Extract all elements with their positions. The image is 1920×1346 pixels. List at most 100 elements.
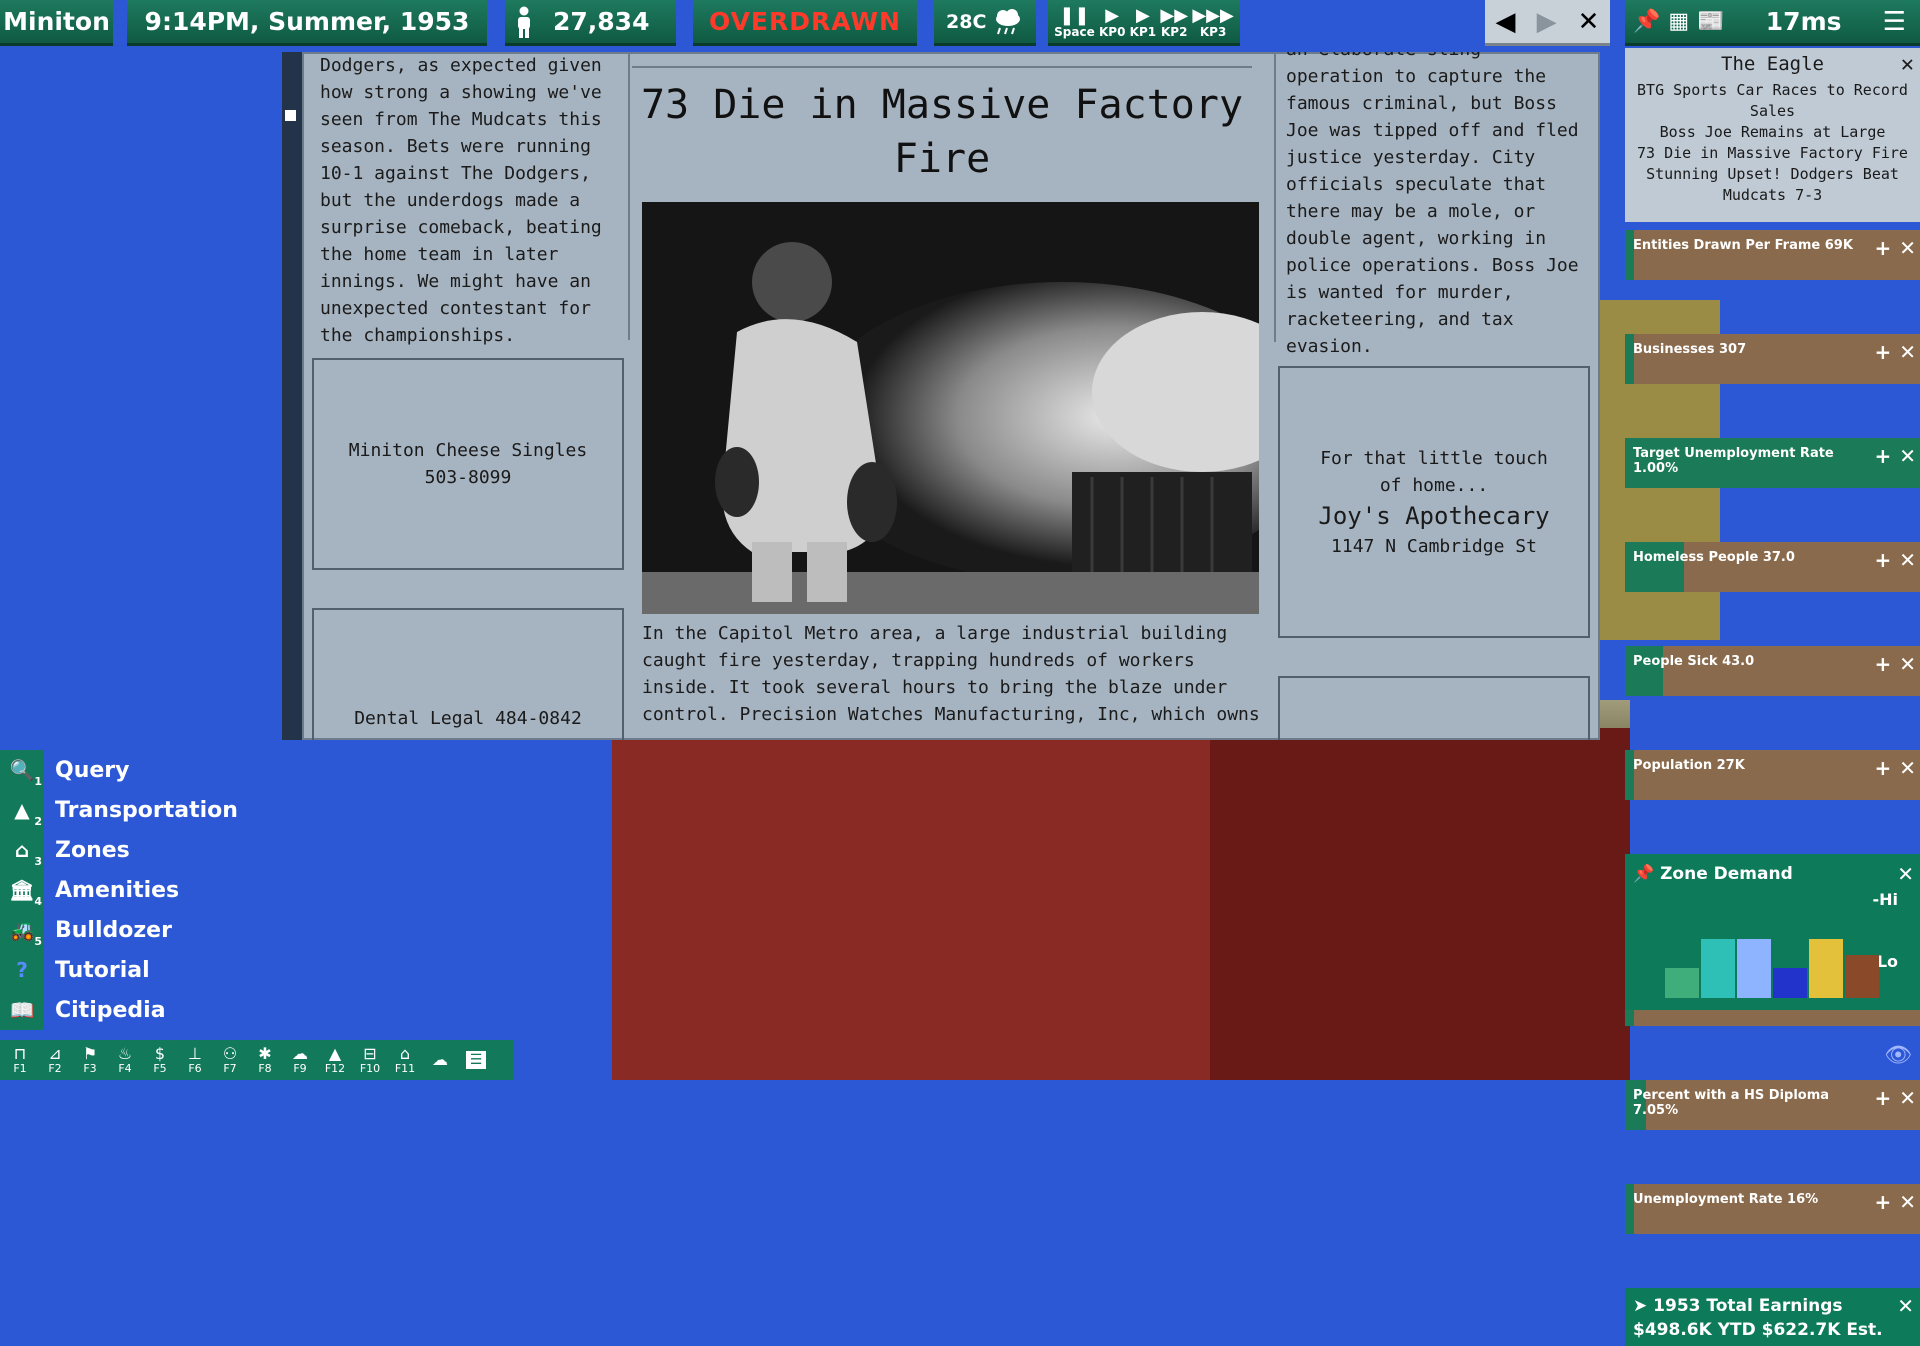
cloud-tool[interactable]: ☁ bbox=[424, 1051, 456, 1069]
menu-bulldozer[interactable]: 🚜 5 Bulldozer bbox=[0, 910, 240, 950]
pause-button[interactable]: ❚❚ Space bbox=[1054, 5, 1095, 38]
eagle-title: The Eagle bbox=[1721, 53, 1824, 75]
headline-link[interactable]: 73 Die in Massive Factory Fire bbox=[1625, 143, 1920, 164]
speed-1-button[interactable]: ▶ KP1 bbox=[1130, 5, 1156, 38]
f2-tool[interactable]: ⊿ F2 bbox=[39, 1045, 71, 1075]
plus-icon[interactable]: + bbox=[1874, 756, 1891, 780]
plus-icon[interactable]: + bbox=[1874, 548, 1891, 572]
book-icon: 📖 bbox=[0, 990, 44, 1030]
menu-zones[interactable]: ⌂ 3 Zones bbox=[0, 830, 240, 870]
grid-icon[interactable]: ▦ bbox=[1668, 9, 1689, 34]
earnings-panel[interactable]: ➤ 1953 Total Earnings $498.6K YTD $622.7K… bbox=[1625, 1288, 1920, 1346]
f4-tool[interactable]: ♨ F4 bbox=[109, 1045, 141, 1075]
sports-article: Dodgers, as expected given how strong a … bbox=[320, 55, 602, 346]
f9-tool[interactable]: ☁ F9 bbox=[284, 1045, 316, 1075]
close-icon[interactable]: ✕ bbox=[1899, 236, 1916, 260]
money-title: ➤ 1953 Total Earnings bbox=[1633, 1296, 1843, 1316]
pin-icon[interactable]: 📌 bbox=[1633, 9, 1660, 34]
newspaper-button[interactable]: ☰ bbox=[459, 1051, 493, 1069]
demand-bar-factory bbox=[1845, 955, 1879, 998]
f3-tool[interactable]: ⚑ F3 bbox=[74, 1045, 106, 1075]
money-value: $498.6K YTD $622.7K Est. bbox=[1633, 1320, 1883, 1340]
f5-tool[interactable]: $ F5 bbox=[144, 1045, 176, 1075]
population-display[interactable]: 27,834 bbox=[505, 0, 676, 46]
stat-panel[interactable]: Percent with a HS Diploma 7.05% + ✕ bbox=[1625, 1080, 1920, 1130]
frame-time: 17ms bbox=[1765, 7, 1842, 36]
stat-label: People Sick 43.0 bbox=[1633, 654, 1755, 669]
road-icon: ▲ 2 bbox=[0, 790, 44, 830]
close-icon[interactable]: ✕ bbox=[1899, 1190, 1916, 1214]
stat-panel[interactable]: Unemployment Rate 16% + ✕ bbox=[1625, 1184, 1920, 1234]
close-icon[interactable]: ✕ bbox=[1899, 548, 1916, 572]
menu-tutorial[interactable]: ? Tutorial bbox=[0, 950, 240, 990]
next-page-icon[interactable]: ▶ bbox=[1537, 7, 1557, 37]
eye-icon[interactable]: 👁 bbox=[1884, 1043, 1912, 1068]
fire-photo bbox=[642, 202, 1259, 614]
plus-icon[interactable]: + bbox=[1874, 236, 1891, 260]
close-icon[interactable]: ✕ bbox=[1901, 52, 1914, 77]
menu-amenities[interactable]: 🏛 4 Amenities bbox=[0, 870, 240, 910]
city-name[interactable]: Miniton bbox=[0, 0, 113, 46]
headline-link[interactable]: Boss Joe Remains at Large bbox=[1625, 122, 1920, 143]
plus-icon[interactable]: + bbox=[1874, 340, 1891, 364]
speed-0-button[interactable]: ▶ KP0 bbox=[1099, 4, 1125, 38]
stat-panel[interactable]: Target Unemployment Rate 1.00% + ✕ bbox=[1625, 438, 1920, 488]
date-time[interactable]: 9:14PM, Summer, 1953 bbox=[127, 0, 487, 46]
prev-page-icon[interactable]: ◀ bbox=[1496, 7, 1516, 37]
menu-citipedia[interactable]: 📖 Citipedia bbox=[0, 990, 240, 1030]
headline-link[interactable]: Stunning Upset! Dodgers Beat Mudcats 7-3 bbox=[1625, 164, 1920, 206]
newspaper-scrollbar[interactable] bbox=[282, 52, 302, 740]
f1-tool[interactable]: ⊓ F1 bbox=[4, 1045, 36, 1075]
speed-2-button[interactable]: ▶▶ KP2 bbox=[1160, 5, 1188, 38]
close-newspaper-icon[interactable]: ✕ bbox=[1578, 7, 1600, 37]
tool-tray: 📌 ▦ 📰 17ms ☰ bbox=[1625, 0, 1920, 46]
menu-query[interactable]: 🔍 1 Query bbox=[0, 750, 240, 790]
ad-empty bbox=[1278, 676, 1590, 740]
stat-label: Unemployment Rate 16% bbox=[1633, 1192, 1819, 1207]
budget-status[interactable]: OVERDRAWN bbox=[693, 0, 917, 46]
play-pause-icon: ▶ bbox=[1105, 4, 1120, 26]
ad-dental: Dental Legal 484-0842 bbox=[312, 608, 624, 740]
stat-label: Businesses 307 bbox=[1633, 342, 1747, 357]
ad-cheese: Miniton Cheese Singles 503-8099 bbox=[312, 358, 624, 570]
headline-rule bbox=[632, 66, 1252, 68]
close-icon[interactable]: ✕ bbox=[1899, 340, 1916, 364]
menu-transportation[interactable]: ▲ 2 Transportation bbox=[0, 790, 240, 830]
f11-tool[interactable]: ⌂ F11 bbox=[389, 1045, 421, 1075]
stat-panel[interactable]: Homeless People 37.0 + ✕ bbox=[1625, 542, 1920, 592]
close-icon[interactable]: ✕ bbox=[1899, 756, 1916, 780]
stat-label: Population 27K bbox=[1633, 758, 1745, 773]
close-icon[interactable]: ✕ bbox=[1899, 1086, 1916, 1110]
newspaper-icon[interactable]: 📰 bbox=[1697, 9, 1724, 34]
menu-icon[interactable]: ☰ bbox=[1883, 7, 1906, 37]
plus-icon[interactable]: + bbox=[1874, 1086, 1891, 1110]
weather-display[interactable]: 28C bbox=[934, 0, 1036, 46]
stat-label: Entities Drawn Per Frame 69K bbox=[1633, 238, 1853, 253]
close-icon[interactable]: ✕ bbox=[1897, 862, 1914, 886]
close-icon[interactable]: ✕ bbox=[1899, 652, 1916, 676]
newspaper: Dodgers, as expected given how strong a … bbox=[302, 52, 1600, 740]
headline-link[interactable]: BTG Sports Car Races to Record Sales bbox=[1625, 80, 1920, 122]
firefighter-image bbox=[642, 202, 1259, 614]
stat-panel[interactable]: People Sick 43.0 + ✕ bbox=[1625, 646, 1920, 696]
question-icon: ? bbox=[0, 950, 44, 990]
f12-tool[interactable]: ▲ F12 bbox=[319, 1045, 351, 1075]
plus-icon[interactable]: + bbox=[1874, 1190, 1891, 1214]
speed-3-button[interactable]: ▶▶▶ KP3 bbox=[1192, 5, 1234, 38]
close-icon[interactable]: ✕ bbox=[1897, 1294, 1914, 1318]
f10-tool[interactable]: ⊟ F10 bbox=[354, 1045, 386, 1075]
close-icon[interactable]: ✕ bbox=[1899, 444, 1916, 468]
plus-icon[interactable]: + bbox=[1874, 444, 1891, 468]
stat-panel[interactable]: Businesses 307 + ✕ bbox=[1625, 334, 1920, 384]
stat-label: Target Unemployment Rate 1.00% bbox=[1633, 446, 1834, 476]
stat-panel[interactable]: Population 27K + ✕ bbox=[1625, 750, 1920, 800]
f6-tool[interactable]: ⊥ F6 bbox=[179, 1045, 211, 1075]
scroll-thumb[interactable] bbox=[285, 110, 296, 121]
f7-tool[interactable]: ⚇ F7 bbox=[214, 1045, 246, 1075]
boss-joe-article: an elaborate sting operation to capture … bbox=[1286, 52, 1579, 357]
f8-tool[interactable]: ✱ F8 bbox=[249, 1045, 281, 1075]
stat-panel[interactable]: Entities Drawn Per Frame 69K + ✕ bbox=[1625, 230, 1920, 280]
plus-icon[interactable]: + bbox=[1874, 652, 1891, 676]
demand-bar-apartments bbox=[1701, 939, 1735, 998]
column-divider-right bbox=[1274, 52, 1276, 342]
